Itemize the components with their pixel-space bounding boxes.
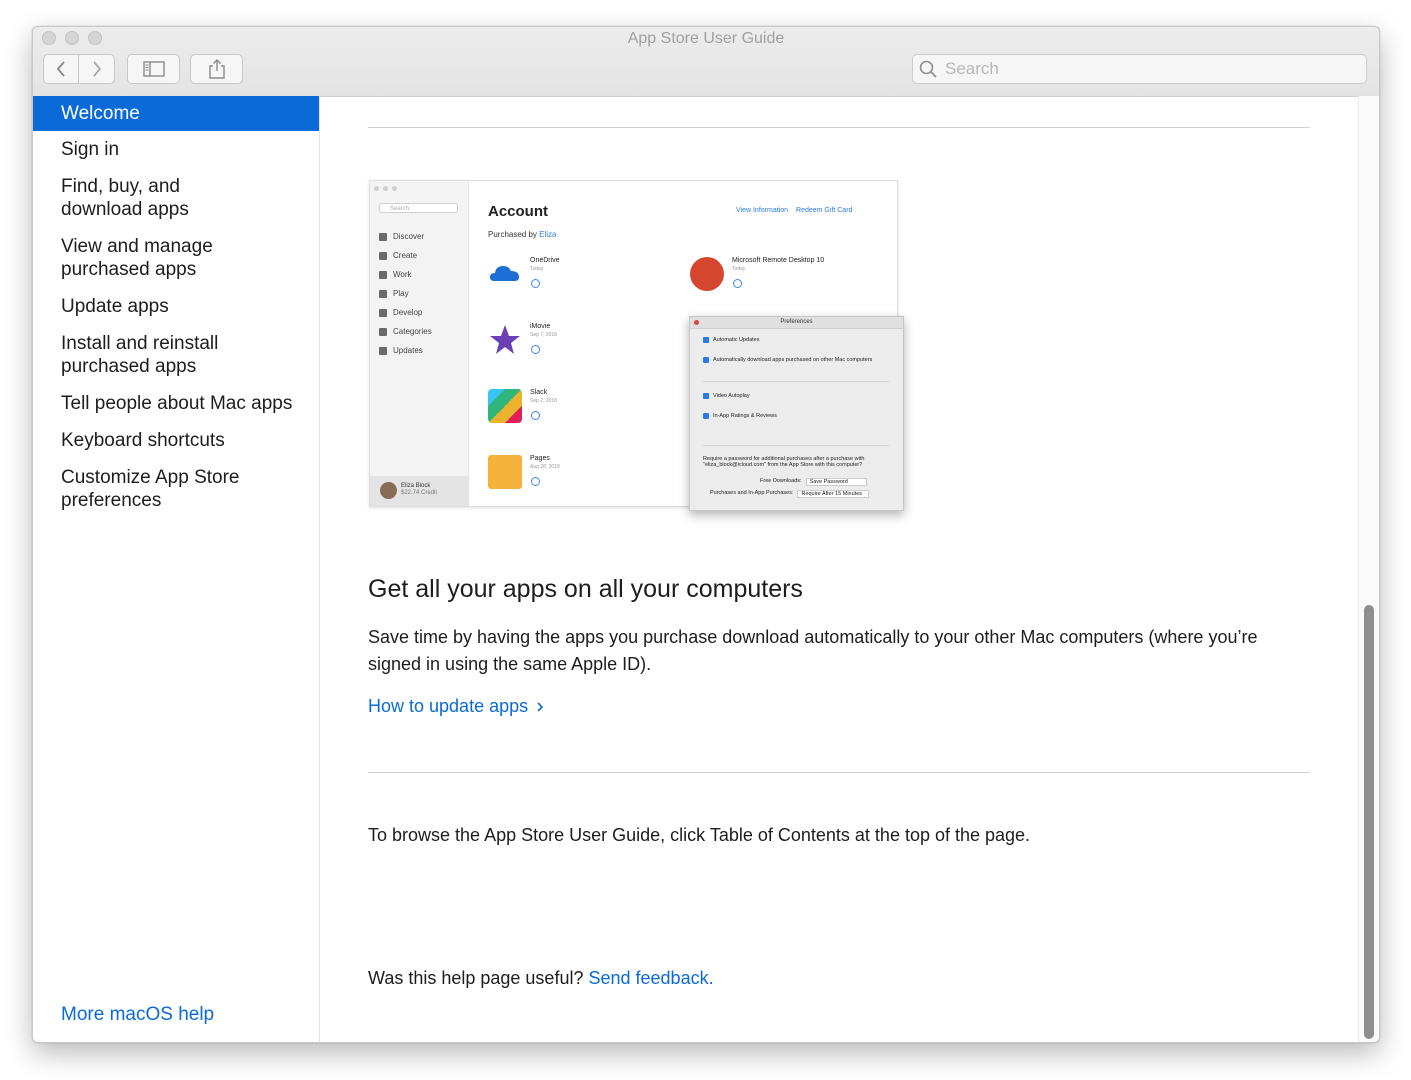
slack-icon	[488, 389, 522, 423]
feedback-row: Was this help page useful? Send feedback…	[368, 968, 714, 989]
app-store-account-screenshot: Search Discover Create Work Play Develop…	[369, 180, 904, 511]
search-input[interactable]	[943, 58, 1347, 80]
scrollbar-thumb[interactable]	[1364, 605, 1374, 1039]
chevron-right-icon	[92, 61, 101, 77]
download-icon	[531, 411, 540, 420]
download-icon	[733, 279, 742, 288]
share-icon	[208, 59, 225, 79]
screenshot-links: View Information Redeem Gift Card	[736, 207, 853, 214]
toc-item-customize-preferences[interactable]: Customize App Store preferences	[33, 459, 261, 519]
rocket-icon	[379, 289, 387, 298]
avatar	[380, 482, 397, 499]
section-heading: Get all your apps on all your computers	[368, 575, 803, 603]
vertical-scrollbar[interactable]	[1358, 96, 1379, 1042]
toc-item-view-manage-purchased[interactable]: View and manage purchased apps	[33, 228, 241, 288]
screenshot-nav-item: Updates	[379, 341, 432, 360]
screenshot-nav-item: Discover	[379, 227, 432, 246]
window-title: App Store User Guide	[627, 30, 785, 47]
screenshot-purchased-by: Purchased by Eliza	[488, 230, 557, 239]
sidebar-icon	[142, 61, 165, 77]
toc-item-tell-people[interactable]: Tell people about Mac apps	[33, 385, 319, 422]
search-field[interactable]	[912, 54, 1367, 84]
chevron-right-icon	[537, 701, 544, 712]
divider	[368, 772, 1310, 773]
plane-icon	[379, 270, 387, 279]
screenshot-nav-item: Work	[379, 265, 432, 284]
screenshot-nav-item: Create	[379, 246, 432, 265]
checkbox-icon	[703, 413, 709, 419]
title-bar: App Store User Guide	[33, 27, 1379, 97]
hammer-icon	[379, 308, 387, 317]
imovie-star-icon	[490, 325, 520, 354]
more-macos-help-link[interactable]: More macOS help	[61, 1004, 214, 1026]
toc-item-update-apps[interactable]: Update apps	[33, 288, 319, 325]
cloud-icon	[490, 266, 519, 281]
toc-item-sign-in[interactable]: Sign in	[33, 131, 319, 168]
screenshot-user: Eliza Block $22.74 Credit	[370, 476, 468, 506]
screenshot-search: Search	[379, 203, 458, 213]
table-of-contents: Welcome Sign in Find, buy, and download …	[33, 96, 320, 1042]
back-button[interactable]	[43, 54, 79, 84]
forward-button[interactable]	[79, 54, 115, 84]
download-icon	[531, 345, 540, 354]
download-icon	[531, 279, 540, 288]
feedback-prompt: Was this help page useful?	[368, 968, 584, 988]
pages-icon	[488, 455, 522, 489]
checkbox-icon	[703, 393, 709, 399]
sidebar-toggle-button[interactable]	[127, 54, 180, 84]
screenshot-sidebar: Search Discover Create Work Play Develop…	[370, 181, 469, 506]
chevron-left-icon	[56, 61, 65, 77]
send-feedback-link[interactable]: Send feedback.	[588, 968, 713, 988]
preferences-panel-image: Preferences Automatic Updates Automatica…	[689, 316, 904, 511]
help-window: App Store User Guide Welcome	[32, 26, 1380, 1043]
toc-item-keyboard-shortcuts[interactable]: Keyboard shortcuts	[33, 422, 319, 459]
close-dot-icon	[694, 320, 699, 325]
toc-item-welcome[interactable]: Welcome	[33, 96, 319, 131]
navigation-buttons	[43, 54, 115, 84]
search-icon	[919, 60, 937, 78]
screenshot-title: Account	[488, 203, 548, 220]
download-box-icon	[379, 346, 387, 355]
toc-item-find-buy-download[interactable]: Find, buy, and download apps	[33, 168, 221, 228]
box-icon	[379, 327, 387, 336]
star-icon	[379, 232, 387, 241]
screenshot-window-dots	[374, 186, 397, 191]
download-icon	[531, 477, 540, 486]
screenshot-nav-item: Categories	[379, 322, 432, 341]
update-apps-link[interactable]: How to update apps	[368, 696, 544, 717]
brush-icon	[379, 251, 387, 260]
share-button[interactable]	[190, 54, 243, 84]
screenshot-nav: Discover Create Work Play Develop Catego…	[379, 227, 432, 360]
toc-item-install-reinstall[interactable]: Install and reinstall purchased apps	[33, 325, 251, 385]
checkbox-icon	[703, 357, 709, 363]
checkbox-icon	[703, 337, 709, 343]
article-content: Search Discover Create Work Play Develop…	[320, 96, 1359, 1042]
screenshot-nav-item: Develop	[379, 303, 432, 322]
screenshot-nav-item: Play	[379, 284, 432, 303]
browse-instructions: To browse the App Store User Guide, clic…	[368, 825, 1031, 845]
section-body: Save time by having the apps you purchas…	[368, 627, 1258, 674]
divider	[368, 127, 1310, 128]
remote-desktop-icon	[690, 257, 724, 291]
